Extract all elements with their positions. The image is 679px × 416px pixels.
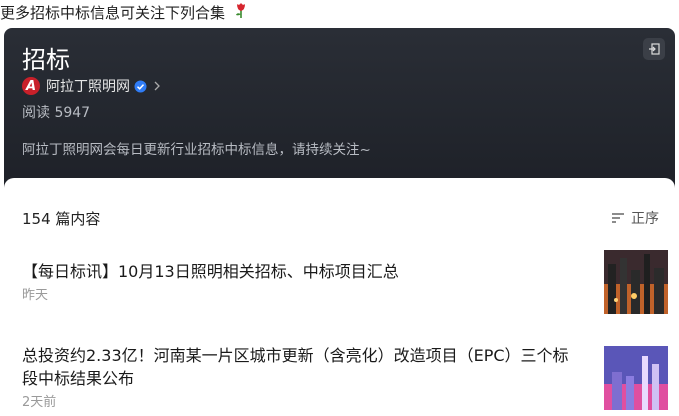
exit-icon xyxy=(649,43,660,55)
avatar: A xyxy=(22,77,40,95)
verified-icon xyxy=(134,80,147,93)
collection-title: 招标 xyxy=(22,46,70,74)
rose-icon xyxy=(234,1,248,27)
collection-description: 阿拉丁照明网会每日更新行业招标中标信息，请持续关注~ xyxy=(22,142,371,158)
read-count: 阅读 5947 xyxy=(22,105,91,121)
article-date: 2天前 xyxy=(22,395,57,410)
sort-icon xyxy=(612,213,624,223)
article-date: 昨天 xyxy=(22,288,49,303)
collection-hint: 更多招标中标信息可关注下列合集 xyxy=(0,0,248,28)
sort-toggle[interactable]: 正序 xyxy=(611,208,659,228)
collection-header: 招标 A 阿拉丁照明网 阅读 5947 阿拉丁照明网会每日更新行业招标中标信息，… xyxy=(4,28,675,188)
article-thumbnail xyxy=(604,250,668,314)
article-list-panel: 154 篇内容 正序 【每日标讯】10月13日照明相关招标、中标项目汇总 昨天 … xyxy=(4,178,675,416)
article-thumbnail xyxy=(604,346,668,410)
article-title: 【每日标讯】10月13日照明相关招标、中标项目汇总 xyxy=(22,262,399,281)
article-count: 154 篇内容 xyxy=(22,210,101,228)
sort-label: 正序 xyxy=(631,211,659,227)
exit-button[interactable] xyxy=(643,38,665,60)
article-item[interactable]: 总投资约2.33亿！河南某一片区城市更新（含亮化）改造项目（EPC）三个标段中标… xyxy=(22,344,670,410)
article-title: 总投资约2.33亿！河南某一片区城市更新（含亮化）改造项目（EPC）三个标段中标… xyxy=(22,346,569,388)
account-link[interactable]: A 阿拉丁照明网 xyxy=(22,76,161,96)
chevron-right-icon xyxy=(153,81,161,91)
account-name: 阿拉丁照明网 xyxy=(46,79,130,95)
hint-text: 更多招标中标信息可关注下列合集 xyxy=(0,4,226,22)
article-item[interactable]: 【每日标讯】10月13日照明相关招标、中标项目汇总 昨天 xyxy=(22,250,670,314)
